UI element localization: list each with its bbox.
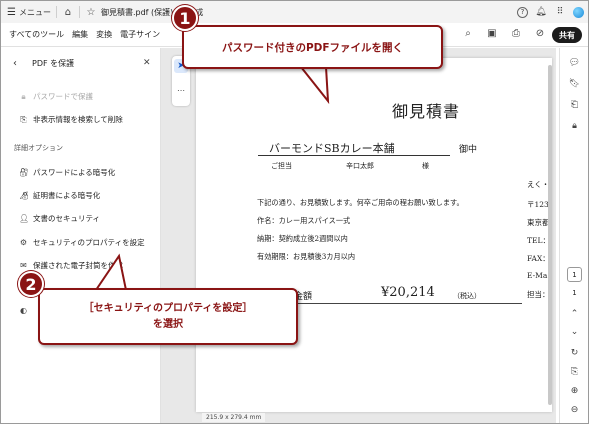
- current-page-field[interactable]: 1: [567, 267, 582, 282]
- page-size-label: 215.9 x 279.4 mm: [202, 413, 266, 422]
- doc-tax-note: （税込）: [453, 292, 481, 300]
- password-encryption-item[interactable]: 🔐︎ パスワードによる暗号化: [19, 167, 115, 178]
- search-icon[interactable]: ⌕: [462, 28, 474, 39]
- help-icon[interactable]: ?: [517, 6, 528, 18]
- home-icon[interactable]: ⌂: [62, 6, 74, 18]
- lock-key-icon: 🔐︎: [19, 168, 30, 177]
- section-label-advanced: 詳細オプション: [14, 144, 63, 152]
- item-label: 文書のセキュリティ: [33, 214, 101, 223]
- divider: [258, 155, 450, 156]
- more-icon[interactable]: ⋯: [174, 86, 188, 98]
- star-icon[interactable]: ☆: [85, 6, 97, 18]
- step-2-badge: 2: [18, 271, 44, 297]
- user-shield-icon: 👤︎: [19, 214, 30, 223]
- title-bar: ☰ メニュー ⌂ ☆ 御見積書.pdf (保護) 作成 ? 🔔︎ ⠿: [1, 1, 588, 23]
- lock-icon[interactable]: 🔒︎: [568, 121, 581, 133]
- scrollbar-thumb[interactable]: [548, 65, 552, 405]
- doc-company: バーモンドSBカレー本舗: [269, 142, 395, 155]
- share-button[interactable]: 共有: [552, 27, 582, 43]
- toolbar-icons: ⌕ ▣ ⎙ ⊘: [462, 28, 546, 39]
- document-tab-title[interactable]: 御見積書.pdf (保護): [101, 7, 173, 18]
- menu-button[interactable]: ☰ メニュー: [7, 7, 51, 18]
- secure-envelope-item[interactable]: ✉ 保護された電子封筒を作成: [19, 260, 123, 271]
- panel-extra-item[interactable]: ◐: [19, 306, 28, 315]
- step-1-badge: 1: [172, 5, 198, 31]
- callout-step-2: ［セキュリティのプロパティを設定］ を選択: [38, 288, 298, 345]
- panel-title: PDF を保護: [32, 58, 75, 68]
- doc-right-text: 〒123: [527, 200, 549, 209]
- shield-icon: ◐: [20, 306, 27, 315]
- callout-2-line2: を選択: [153, 318, 183, 330]
- document-viewer[interactable]: ➤ ⋯ 御見積書 バーモンドSBカレー本舗 御中 ご担当 辛口太郎 様 下記の通…: [161, 48, 556, 423]
- lock-icon: 🔒︎: [21, 91, 26, 101]
- envelope-icon: ✉: [20, 261, 27, 270]
- close-icon[interactable]: ✕: [143, 58, 151, 68]
- link-icon[interactable]: ⊘: [534, 28, 546, 39]
- zoom-in-icon[interactable]: ⊕: [568, 386, 581, 398]
- doc-delivery: 納期：契約成立後2週間以内: [257, 234, 348, 243]
- panel-header: ‹ PDF を保護 ✕: [1, 56, 161, 70]
- document-search-icon: ⎘: [20, 114, 27, 124]
- doc-contact-honorific: 様: [422, 162, 429, 170]
- redact-hidden-info-item[interactable]: ⎘ 非表示情報を検索して削除: [19, 114, 123, 125]
- hamburger-icon: ☰: [7, 6, 16, 18]
- save-icon[interactable]: ▣: [486, 28, 498, 39]
- callout-1-text: パスワード付きのPDFファイルを開く: [221, 41, 404, 54]
- protect-with-password-item: 🔒︎ パスワードで保護: [19, 91, 93, 102]
- certificate-encryption-item[interactable]: 🔏︎ 証明書による暗号化: [19, 190, 100, 201]
- security-settings-icon: ⚙: [19, 238, 28, 247]
- back-arrow-icon[interactable]: ‹: [13, 58, 17, 69]
- certificate-lock-icon: 🔏︎: [19, 191, 30, 200]
- refresh-icon[interactable]: ↻: [568, 348, 581, 360]
- zoom-out-icon[interactable]: ⊖: [568, 405, 581, 417]
- document-zoom-icon[interactable]: ⎘: [568, 367, 581, 379]
- doc-honorific: 御中: [459, 145, 478, 155]
- bookmark-icon[interactable]: 🔖︎: [568, 79, 581, 91]
- protect-pdf-panel: ‹ PDF を保護 ✕ 🔒︎ パスワードで保護 ⎘ 非表示情報を検索して削除 詳…: [1, 48, 161, 423]
- document-security-item[interactable]: 👤︎ 文書のセキュリティ: [19, 213, 100, 224]
- vertical-scrollbar[interactable]: [547, 57, 553, 409]
- item-label: パスワードで保護: [33, 92, 93, 101]
- pdf-page: 御見積書 バーモンドSBカレー本舗 御中 ご担当 辛口太郎 様 下記の通り、お見…: [196, 58, 552, 412]
- menu-all-tools[interactable]: すべてのツール: [9, 29, 64, 40]
- total-pages: 1: [572, 289, 577, 297]
- doc-title: 御見積書: [392, 102, 461, 121]
- security-properties-item[interactable]: ⚙ セキュリティのプロパティを設定: [19, 237, 145, 248]
- app-window: ☰ メニュー ⌂ ☆ 御見積書.pdf (保護) 作成 ? 🔔︎ ⠿ すべてのツ…: [0, 0, 589, 424]
- item-label: 保護された電子封筒を作成: [33, 261, 123, 270]
- divider: [55, 6, 57, 18]
- doc-contact-name: 辛口太郎: [346, 162, 374, 170]
- callout-step-1: パスワード付きのPDFファイルを開く: [182, 25, 443, 69]
- doc-validity: 有効期限：お見積後3カ月以内: [257, 252, 356, 261]
- doc-item-name: 作名：カレー用スパイス一式: [257, 216, 351, 225]
- doc-total-amount: ¥20,214: [381, 285, 435, 300]
- menu-label: メニュー: [18, 7, 51, 17]
- titlebar-right-icons: ? 🔔︎ ⠿: [517, 6, 584, 18]
- avatar[interactable]: [573, 6, 584, 18]
- pages-icon[interactable]: ⎗: [568, 100, 581, 112]
- menu-convert[interactable]: 変換: [96, 29, 112, 40]
- item-label: 証明書による暗号化: [33, 191, 101, 200]
- divider: [78, 6, 80, 18]
- item-label: パスワードによる暗号化: [33, 168, 116, 177]
- comment-icon[interactable]: 💬︎: [568, 58, 581, 70]
- doc-right-text: E-Ma: [527, 271, 548, 280]
- bell-icon[interactable]: 🔔︎: [535, 6, 547, 18]
- chevron-down-icon[interactable]: ⌄: [568, 327, 581, 339]
- doc-right-text: えく・: [527, 180, 550, 189]
- item-label: セキュリティのプロパティを設定: [33, 238, 145, 247]
- print-icon[interactable]: ⎙: [510, 28, 522, 39]
- doc-intro: 下記の通り、お見積致します。何卒ご用命の程お願い致します。: [257, 198, 464, 207]
- item-label: 非表示情報を検索して削除: [33, 115, 123, 124]
- apps-grid-icon[interactable]: ⠿: [554, 6, 566, 18]
- menu-edit[interactable]: 編集: [72, 29, 88, 40]
- right-rail: 💬︎ 🔖︎ ⎗ 🔒︎ 1 1 ⌃ ⌄ ↻ ⎘ ⊕ ⊖: [559, 48, 588, 423]
- chevron-up-icon[interactable]: ⌃: [568, 309, 581, 321]
- doc-contact-label: ご担当: [271, 162, 292, 170]
- callout-2-line1: ［セキュリティのプロパティを設定］: [83, 302, 253, 314]
- menu-esign[interactable]: 電子サイン: [120, 29, 160, 40]
